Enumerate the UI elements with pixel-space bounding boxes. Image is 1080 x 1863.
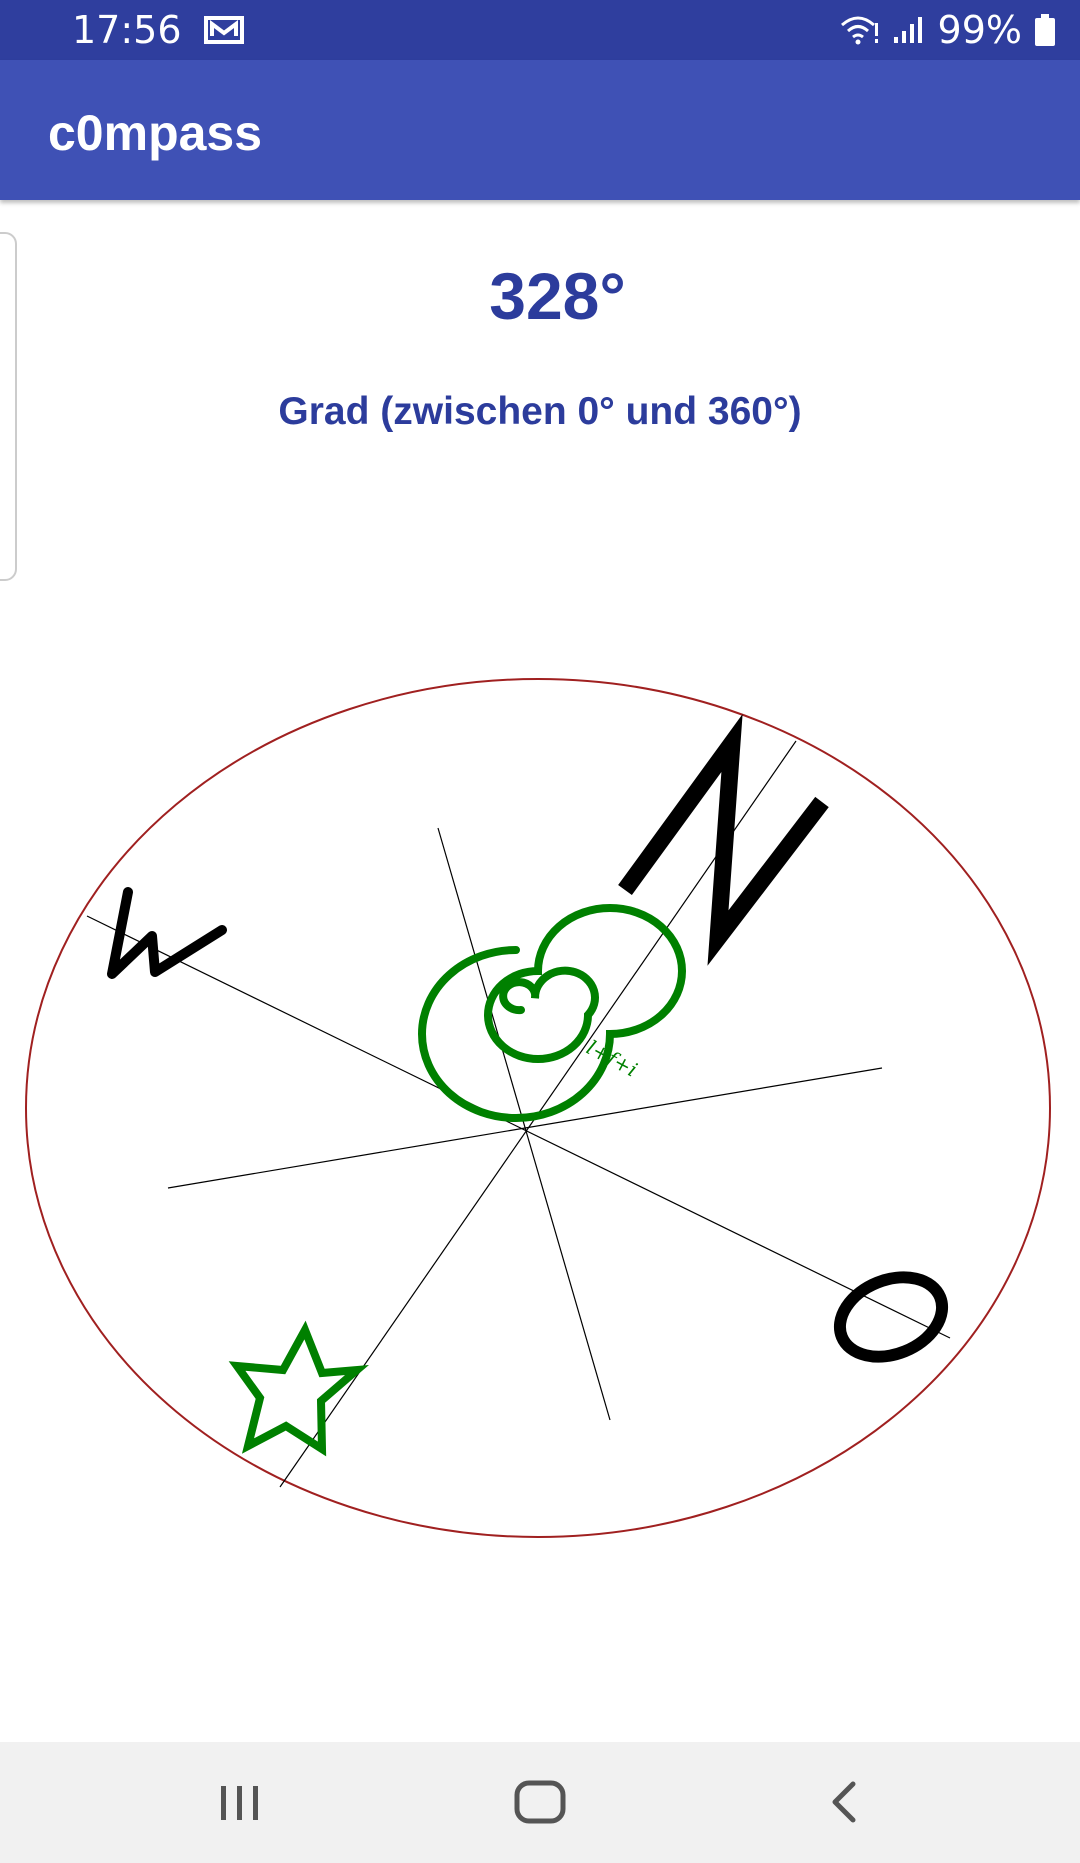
app-bar: c0mpass	[0, 60, 1080, 200]
compass-dial: l+f+i	[25, 678, 1051, 1538]
recents-button[interactable]	[200, 1772, 280, 1832]
recents-icon	[221, 1786, 258, 1820]
diagonal-axis-2	[167, 1067, 883, 1189]
heading-unit-label: Grad (zwischen 0° und 360°)	[278, 390, 802, 433]
center-spiral	[418, 904, 686, 1122]
app-title: c0mpass	[48, 105, 263, 161]
wifi-icon	[840, 16, 878, 45]
diagonal-axis-1	[437, 827, 611, 1421]
status-right: 99%	[840, 8, 1056, 52]
battery-icon	[1035, 14, 1055, 46]
east-letter	[833, 1271, 949, 1363]
heading-value: 328°	[489, 259, 626, 333]
status-time: 17:56	[72, 8, 182, 52]
west-letter	[107, 887, 227, 979]
back-button[interactable]	[805, 1772, 885, 1832]
home-button[interactable]	[500, 1772, 580, 1832]
battery-percent: 99%	[937, 8, 1022, 52]
compass-ring	[25, 678, 1051, 1538]
north-letter	[618, 713, 829, 966]
mail-notification-icon	[204, 16, 244, 44]
signal-icon	[893, 17, 922, 43]
home-icon	[514, 1780, 566, 1824]
navigation-bar	[0, 1742, 1080, 1863]
star-marker	[228, 1320, 369, 1457]
back-icon	[832, 1781, 856, 1823]
status-bar: 17:56 99%	[0, 0, 1080, 60]
